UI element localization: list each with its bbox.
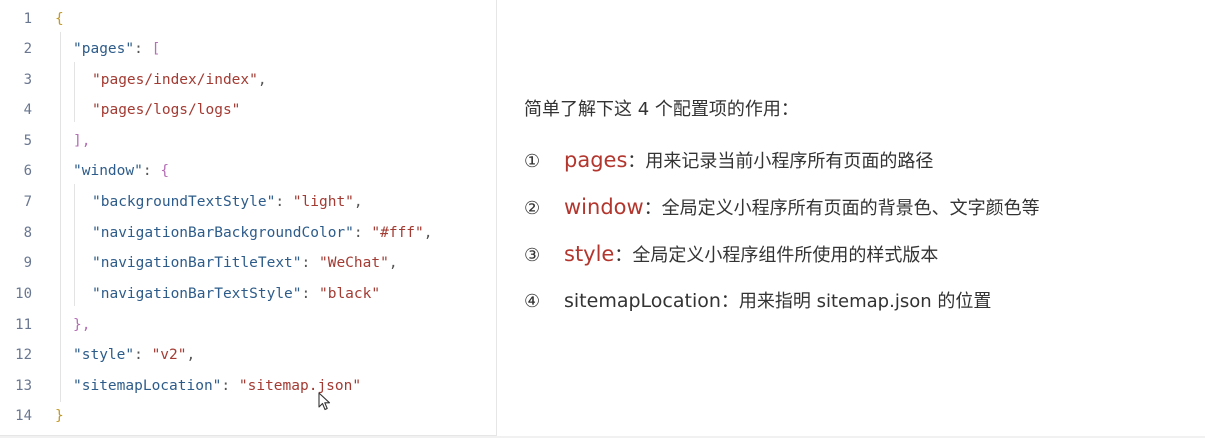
json-key: "style" xyxy=(73,347,135,363)
code-line: 2 "pages": [ xyxy=(0,34,497,64)
code-line: 8 "navigationBarBackgroundColor": "#fff"… xyxy=(0,218,497,248)
json-string: "black" xyxy=(318,286,381,302)
close-brace: } xyxy=(55,408,64,424)
line-number: 1 xyxy=(23,11,32,27)
line-number: 2 xyxy=(23,41,32,57)
description-item: ① pages：用来记录当前小程序所有页面的路径 xyxy=(524,145,933,177)
code-line: 9 "navigationBarTitleText": "WeChat", xyxy=(0,248,497,278)
circled-number: ① xyxy=(524,151,541,172)
line-number: 11 xyxy=(15,317,32,333)
mouse-pointer-icon xyxy=(318,392,331,411)
config-key: style xyxy=(564,242,615,266)
json-string: "light" xyxy=(292,194,354,210)
json-string: "#fff" xyxy=(371,225,424,241)
open-brace: { xyxy=(160,163,170,179)
code-line: 4 "pages/logs/logs" xyxy=(0,95,497,125)
comma: , xyxy=(353,194,363,210)
line-number: 13 xyxy=(15,378,32,394)
line-number: 8 xyxy=(23,225,32,241)
line-number: 7 xyxy=(23,194,32,210)
description-item: ③ style：全局定义小程序组件所使用的样式版本 xyxy=(524,239,938,271)
colon: : xyxy=(301,286,319,302)
comma: , xyxy=(186,347,196,363)
json-string: "pages/index/index" xyxy=(92,72,258,88)
line-number: 3 xyxy=(23,72,32,88)
json-key: "sitemapLocation" xyxy=(73,378,222,394)
open-brace: { xyxy=(55,11,64,27)
close-brace: }, xyxy=(73,317,91,333)
line-number: 14 xyxy=(15,408,32,424)
json-key: "navigationBarTextStyle" xyxy=(92,286,302,302)
config-description: ：全局定义小程序所有页面的背景色、文字颜色等 xyxy=(643,198,1040,219)
colon: : xyxy=(142,163,161,179)
code-line: 1 { xyxy=(0,4,497,34)
colon: : xyxy=(134,347,152,363)
config-key: pages xyxy=(564,148,628,172)
description-item: ④ sitemapLocation：用来指明 sitemap.json 的位置 xyxy=(524,286,991,317)
code-line: 3 "pages/index/index", xyxy=(0,65,497,95)
json-string: "sitemap.json" xyxy=(238,378,362,394)
code-line: 5 ], xyxy=(0,126,497,156)
colon: : xyxy=(221,378,239,394)
code-line: 12 "style": "v2", xyxy=(0,340,497,370)
code-editor[interactable]: 1 { 2 "pages": [ 3 "pages/index/index", … xyxy=(0,0,497,436)
code-line: 7 "backgroundTextStyle": "light", xyxy=(0,187,497,217)
json-string: "v2" xyxy=(151,347,187,363)
line-number: 4 xyxy=(23,102,32,118)
circled-number: ② xyxy=(524,198,541,219)
json-string: "pages/logs/logs" xyxy=(92,102,241,118)
circled-number: ③ xyxy=(524,245,541,266)
comma: , xyxy=(423,225,433,241)
config-description: ：用来指明 sitemap.json 的位置 xyxy=(720,291,992,312)
description-title: 简单了解下这 4 个配置项的作用： xyxy=(524,99,799,120)
json-string: "WeChat" xyxy=(318,255,389,271)
json-key: "pages" xyxy=(73,41,135,57)
code-line: 13 "sitemapLocation": "sitemap.json" xyxy=(0,371,497,401)
code-line: 6 "window": { xyxy=(0,156,497,186)
comma: , xyxy=(257,72,267,88)
colon: : xyxy=(134,41,152,57)
circled-number: ④ xyxy=(524,291,541,312)
config-description: ：全局定义小程序组件所使用的样式版本 xyxy=(614,245,939,266)
json-key: "navigationBarBackgroundColor" xyxy=(92,225,354,241)
json-key: "navigationBarTitleText" xyxy=(92,255,302,271)
open-bracket: [ xyxy=(151,41,161,57)
code-line: 10 "navigationBarTextStyle": "black" xyxy=(0,279,497,309)
line-number: 5 xyxy=(23,133,32,149)
colon: : xyxy=(275,194,293,210)
line-number: 9 xyxy=(23,255,32,271)
json-key: "backgroundTextStyle" xyxy=(92,194,276,210)
description-item: ② window：全局定义小程序所有页面的背景色、文字颜色等 xyxy=(524,192,1040,224)
config-key: window xyxy=(564,195,644,219)
config-key: sitemapLocation xyxy=(564,290,721,312)
json-key: "window" xyxy=(73,163,143,179)
config-description: ：用来记录当前小程序所有页面的路径 xyxy=(627,151,934,172)
code-line: 11 }, xyxy=(0,310,497,340)
code-line: 14 } xyxy=(0,401,497,431)
line-number: 10 xyxy=(15,286,32,302)
line-number: 6 xyxy=(23,163,32,179)
colon: : xyxy=(301,255,319,271)
comma: , xyxy=(388,255,398,271)
colon: : xyxy=(353,225,372,241)
close-bracket: ], xyxy=(73,133,91,149)
line-number: 12 xyxy=(15,347,32,363)
